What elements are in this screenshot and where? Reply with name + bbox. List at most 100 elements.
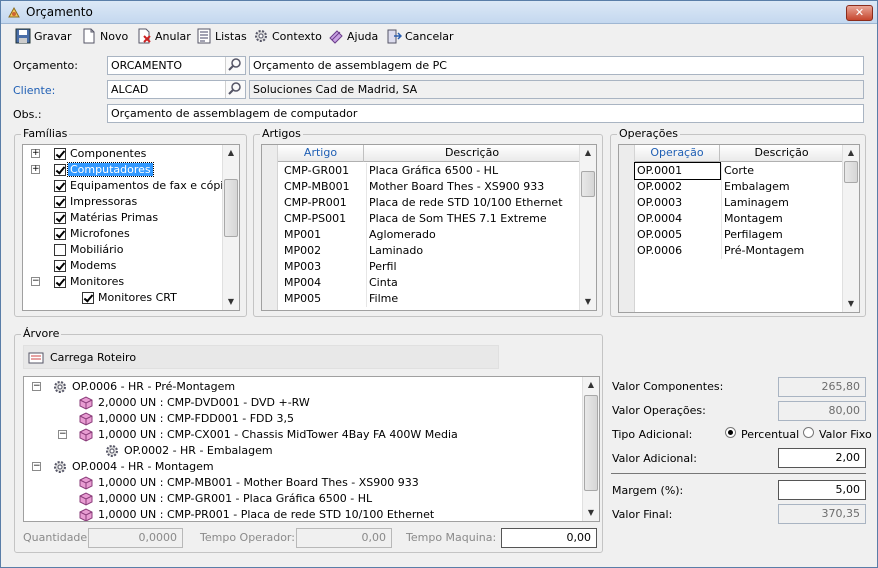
scroll-down-arrow[interactable]: ▼ <box>580 294 596 310</box>
artigo-column-header[interactable]: Artigo <box>278 145 364 162</box>
valor-fixo-label[interactable]: Valor Fixo <box>819 428 872 441</box>
familia-row[interactable]: Equipamentos de fax e cópia <box>23 178 239 194</box>
valor-fixo-radio[interactable] <box>803 427 814 438</box>
tree-expander-icon[interactable]: − <box>31 277 40 286</box>
artigos-scrollbar[interactable]: ▲ ▼ <box>579 145 596 310</box>
table-row[interactable]: OP.0002 Embalagem <box>635 179 844 195</box>
familia-row[interactable]: + Componentes <box>23 146 239 162</box>
scroll-thumb[interactable] <box>581 171 595 197</box>
ajuda-button[interactable]: Ajuda <box>328 25 378 47</box>
table-row[interactable]: MP002 Laminado <box>278 243 581 259</box>
familia-row[interactable]: + Computadores <box>23 162 239 178</box>
familia-row[interactable]: Impressoras <box>23 194 239 210</box>
table-row[interactable]: OP.0001 Corte <box>634 162 844 180</box>
new-button[interactable]: Novo <box>81 25 128 47</box>
percentual-label[interactable]: Percentual <box>741 428 799 441</box>
cliente-lookup-button[interactable] <box>225 81 245 98</box>
scroll-down-arrow[interactable]: ▼ <box>223 294 239 310</box>
familia-checkbox[interactable] <box>54 164 66 176</box>
familia-label[interactable]: Matérias Primas <box>68 211 160 224</box>
table-row[interactable]: CMP-GR001 Placa Gráfica 6500 - HL <box>278 163 581 179</box>
table-row[interactable]: MP004 Cinta <box>278 275 581 291</box>
scroll-down-arrow[interactable]: ▼ <box>843 296 859 312</box>
tree-node[interactable]: − OP.0004 - HR - Montagem <box>24 459 579 475</box>
tree-expander-icon[interactable]: + <box>31 165 40 174</box>
tree-node[interactable]: OP.0002 - HR - Embalagem <box>24 443 579 459</box>
tree-node[interactable]: − OP.0006 - HR - Pré-Montagem <box>24 379 579 395</box>
close-button[interactable]: ✕ <box>846 5 873 21</box>
familia-label[interactable]: Equipamentos de fax e cópia <box>68 179 232 192</box>
scroll-up-arrow[interactable]: ▲ <box>223 145 239 161</box>
familia-row[interactable]: Modems <box>23 258 239 274</box>
familia-checkbox[interactable] <box>82 292 94 304</box>
familia-label[interactable]: Monitores <box>68 275 126 288</box>
margem-field[interactable]: 5,00 <box>778 480 866 500</box>
anular-button[interactable]: Anular <box>136 25 191 47</box>
descricao-column-header[interactable]: Descrição <box>720 145 844 162</box>
table-row[interactable]: CMP-PS001 Placa de Som THES 7.1 Extreme <box>278 211 581 227</box>
save-button[interactable]: Gravar <box>15 25 72 47</box>
familia-label[interactable]: Modems <box>68 259 118 272</box>
arvore-scrollbar[interactable]: ▲ ▼ <box>582 377 599 521</box>
obs-field[interactable]: Orçamento de assemblagem de computador <box>107 104 864 123</box>
scroll-down-arrow[interactable]: ▼ <box>583 505 599 521</box>
tree-node[interactable]: 1,0000 UN : CMP-PR001 - Placa de rede ST… <box>24 507 579 521</box>
tree-node[interactable]: − 1,0000 UN : CMP-CX001 - Chassis MidTowe… <box>24 427 579 443</box>
familia-label[interactable]: Impressoras <box>68 195 139 208</box>
tree-node[interactable]: 1,0000 UN : CMP-FDD001 - FDD 3,5 <box>24 411 579 427</box>
tree-expander-icon[interactable]: − <box>32 382 41 391</box>
tempo-maquina-field[interactable]: 0,00 <box>501 528 597 548</box>
listas-button[interactable]: Listas <box>196 25 247 47</box>
operacoes-scrollbar[interactable]: ▲ ▼ <box>842 145 859 312</box>
familia-row[interactable]: Microfones <box>23 226 239 242</box>
scroll-up-arrow[interactable]: ▲ <box>580 145 596 161</box>
tree-expander-icon[interactable]: + <box>31 149 40 158</box>
tree-node[interactable]: 1,0000 UN : CMP-GR001 - Placa Gráfica 65… <box>24 491 579 507</box>
tree-expander-icon[interactable]: − <box>32 462 41 471</box>
scroll-thumb[interactable] <box>224 179 238 237</box>
familia-label[interactable]: Mobiliário <box>68 243 125 256</box>
table-row[interactable]: OP.0003 Laminagem <box>635 195 844 211</box>
table-row[interactable]: CMP-MB001 Mother Board Thes - XS900 933 <box>278 179 581 195</box>
familia-checkbox[interactable] <box>54 148 66 160</box>
familia-row[interactable]: − Monitores <box>23 274 239 290</box>
contexto-button[interactable]: Contexto <box>253 25 322 47</box>
orcamento-description-field[interactable]: Orçamento de assemblagem de PC <box>249 56 864 75</box>
familia-checkbox[interactable] <box>54 244 66 256</box>
descricao-column-header[interactable]: Descrição <box>364 145 581 162</box>
cancelar-button[interactable]: Cancelar <box>386 25 454 47</box>
scroll-up-arrow[interactable]: ▲ <box>583 377 599 393</box>
familia-label[interactable]: Computadores <box>67 162 154 177</box>
orcamento-lookup-button[interactable] <box>225 57 245 74</box>
table-row[interactable]: MP001 Aglomerado <box>278 227 581 243</box>
percentual-radio[interactable] <box>725 427 736 438</box>
familia-checkbox[interactable] <box>54 180 66 192</box>
carrega-roteiro-button[interactable]: Carrega Roteiro <box>28 349 136 366</box>
familia-checkbox[interactable] <box>54 196 66 208</box>
familia-row[interactable]: Monitores CRT <box>23 290 239 306</box>
table-row[interactable]: OP.0005 Perfilagem <box>635 227 844 243</box>
familia-row[interactable]: Matérias Primas <box>23 210 239 226</box>
familia-checkbox[interactable] <box>54 228 66 240</box>
familia-row[interactable]: Mobiliário <box>23 242 239 258</box>
table-row[interactable]: CMP-PR001 Placa de rede STD 10/100 Ethern… <box>278 195 581 211</box>
operacao-column-header[interactable]: Operação <box>635 145 720 162</box>
table-row[interactable]: OP.0004 Montagem <box>635 211 844 227</box>
familia-checkbox[interactable] <box>54 260 66 272</box>
table-row[interactable]: MP003 Perfil <box>278 259 581 275</box>
familia-label[interactable]: Monitores CRT <box>96 291 179 304</box>
scroll-thumb[interactable] <box>584 395 598 491</box>
tree-expander-icon[interactable]: − <box>58 430 67 439</box>
scroll-up-arrow[interactable]: ▲ <box>843 145 859 161</box>
table-row[interactable]: MP005 Filme <box>278 291 581 307</box>
familia-checkbox[interactable] <box>54 212 66 224</box>
familias-scrollbar[interactable]: ▲ ▼ <box>222 145 239 310</box>
familia-label[interactable]: Componentes <box>68 147 148 160</box>
tree-node[interactable]: 2,0000 UN : CMP-DVD001 - DVD +-RW <box>24 395 579 411</box>
familia-checkbox[interactable] <box>54 276 66 288</box>
familia-label[interactable]: Microfones <box>68 227 132 240</box>
cliente-label[interactable]: Cliente: <box>13 84 55 97</box>
valor-adicional-field[interactable]: 2,00 <box>778 448 866 468</box>
scroll-thumb[interactable] <box>844 161 858 183</box>
tree-node[interactable]: 1,0000 UN : CMP-MB001 - Mother Board The… <box>24 475 579 491</box>
